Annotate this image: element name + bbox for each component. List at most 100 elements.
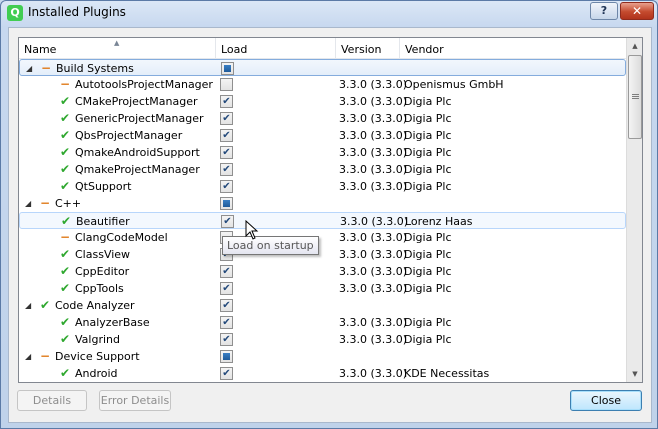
load-checkbox[interactable] <box>220 350 233 363</box>
plugin-row[interactable]: ✔ CMakeProjectManager ✔ 3.3.0 (3.3.0) Digia … <box>19 93 626 110</box>
plugin-row[interactable]: − ClangCodeModel 3.3.0 (3.3.0) Digia Plc <box>19 229 626 246</box>
help-button[interactable]: ? <box>590 2 618 20</box>
error-details-button[interactable]: Error Details <box>99 390 171 411</box>
load-tooltip: Load on startup <box>222 236 319 255</box>
column-header-version[interactable]: Version <box>336 38 400 59</box>
plugin-row[interactable]: ✔ Beautifier ✔ 3.3.0 (3.3.0) Lorenz Haas <box>19 212 626 229</box>
plugin-name: CppTools <box>75 282 124 295</box>
plugin-version: 3.3.0 (3.3.0) <box>339 248 408 261</box>
plugin-name: CMakeProjectManager <box>75 95 198 108</box>
plugin-version: 3.3.0 (3.3.0) <box>339 78 408 91</box>
column-header-label: Load <box>221 43 248 56</box>
plugin-name: ClassView <box>75 248 131 261</box>
expand-arrow-icon[interactable]: ◢ <box>25 348 31 365</box>
sort-ascending-icon: ▲ <box>114 39 120 47</box>
plugin-name: Beautifier <box>76 215 130 228</box>
not-loaded-dash-icon: − <box>60 77 71 91</box>
plugin-name: CppEditor <box>75 265 130 278</box>
plugin-row[interactable]: ✔ CppTools ✔ 3.3.0 (3.3.0) Digia Plc <box>19 280 626 297</box>
column-header-load[interactable]: Load <box>216 38 336 59</box>
not-loaded-dash-icon: − <box>41 61 52 75</box>
load-checkbox[interactable]: ✔ <box>220 265 233 278</box>
category-row[interactable]: ◢ ✔ Code Analyzer ✔ <box>19 297 626 314</box>
plugin-vendor: Digia Plc <box>404 231 452 244</box>
plugin-row[interactable]: ✔ Android ✔ 3.3.0 (3.3.0) KDE Necessitas <box>19 365 626 382</box>
load-checkbox[interactable] <box>221 62 234 75</box>
column-header-label: Name <box>24 43 57 56</box>
plugin-row[interactable]: ✔ Valgrind ✔ 3.3.0 (3.3.0) Digia Plc <box>19 331 626 348</box>
load-checkbox[interactable]: ✔ <box>220 95 233 108</box>
scroll-up-icon[interactable]: ▲ <box>627 38 642 54</box>
plugin-name: AnalyzerBase <box>75 316 150 329</box>
plugin-version: 3.3.0 (3.3.0) <box>339 95 408 108</box>
plugin-vendor: Digia Plc <box>404 248 452 261</box>
plugin-vendor: Digia Plc <box>404 163 452 176</box>
plugin-version: 3.3.0 (3.3.0) <box>339 180 408 193</box>
category-name: Device Support <box>55 350 140 363</box>
plugin-row[interactable]: ✔ClassView✔3.3.0 (3.3.0)Digia Plc <box>19 246 626 263</box>
loaded-check-icon: ✔ <box>60 281 71 295</box>
loaded-check-icon: ✔ <box>60 315 71 329</box>
plugin-version: 3.3.0 (3.3.0) <box>339 231 408 244</box>
load-checkbox[interactable]: ✔ <box>220 333 233 346</box>
category-row[interactable]: ◢ − Build Systems <box>19 59 626 76</box>
plugin-row[interactable]: ✔ QtSupport ✔ 3.3.0 (3.3.0) Digia Plc <box>19 178 626 195</box>
plugin-row[interactable]: − AutotoolsProjectManager 3.3.0 (3.3.0) Ope… <box>19 76 626 93</box>
plugin-row[interactable]: ✔ QmakeAndroidSupport ✔ 3.3.0 (3.3.0) Digia … <box>19 144 626 161</box>
expand-arrow-icon[interactable]: ◢ <box>26 60 32 77</box>
expand-arrow-icon[interactable]: ◢ <box>25 297 31 314</box>
load-checkbox[interactable]: ✔ <box>220 282 233 295</box>
plugin-version: 3.3.0 (3.3.0) <box>339 112 408 125</box>
plugin-row[interactable]: ✔ QmakeProjectManager ✔ 3.3.0 (3.3.0) Digia … <box>19 161 626 178</box>
load-checkbox[interactable]: ✔ <box>220 180 233 193</box>
load-checkbox[interactable]: ✔ <box>220 112 233 125</box>
loaded-check-icon: ✔ <box>60 162 71 176</box>
load-checkbox[interactable]: ✔ <box>220 367 233 380</box>
plugin-row[interactable]: ✔ AnalyzerBase ✔ 3.3.0 (3.3.0) Digia Plc <box>19 314 626 331</box>
plugin-vendor: Digia Plc <box>404 180 452 193</box>
category-row[interactable]: ◢ − Device Support <box>19 348 626 365</box>
plugin-vendor: Lorenz Haas <box>405 215 473 228</box>
loaded-check-icon: ✔ <box>60 111 71 125</box>
plugin-vendor: Digia Plc <box>404 146 452 159</box>
plugin-version: 3.3.0 (3.3.0) <box>340 215 409 228</box>
plugin-name: AutotoolsProjectManager <box>75 78 213 91</box>
plugin-version: 3.3.0 (3.3.0) <box>339 316 408 329</box>
load-checkbox[interactable]: ✔ <box>220 299 233 312</box>
scrollbar-thumb[interactable] <box>628 55 642 139</box>
plugin-row[interactable]: ✔ GenericProjectManager ✔ 3.3.0 (3.3.0) Digi… <box>19 110 626 127</box>
plugin-vendor: Digia Plc <box>404 333 452 346</box>
vertical-scrollbar[interactable]: ▲ ▼ <box>626 38 642 382</box>
title-bar[interactable]: Q Installed Plugins ? ✕ <box>1 1 657 25</box>
load-checkbox[interactable]: ✔ <box>220 129 233 142</box>
plugin-vendor: Openismus GmbH <box>404 78 504 91</box>
load-checkbox[interactable]: ✔ <box>221 215 234 228</box>
scroll-down-icon[interactable]: ▼ <box>627 366 642 382</box>
load-checkbox[interactable] <box>220 197 233 210</box>
plugin-tree: ▲ Name Load Version Vendor ◢ − Build Syste… <box>18 37 643 383</box>
loaded-check-icon: ✔ <box>60 94 71 108</box>
plugin-row[interactable]: ✔ CppEditor ✔ 3.3.0 (3.3.0) Digia Plc <box>19 263 626 280</box>
column-header-vendor[interactable]: Vendor <box>400 38 626 59</box>
load-checkbox[interactable]: ✔ <box>220 316 233 329</box>
load-checkbox[interactable]: ✔ <box>220 146 233 159</box>
dialog-body: ▲ Name Load Version Vendor ◢ − Build Syste… <box>8 27 652 423</box>
plugin-name: QbsProjectManager <box>75 129 183 142</box>
category-row[interactable]: ◢ − C++ <box>19 195 626 212</box>
column-header-name[interactable]: ▲ Name <box>19 38 216 59</box>
load-checkbox[interactable]: ✔ <box>220 163 233 176</box>
details-button[interactable]: Details <box>17 390 87 411</box>
loaded-check-icon: ✔ <box>60 145 71 159</box>
close-button[interactable]: Close <box>570 390 642 411</box>
loaded-check-icon: ✔ <box>40 298 51 312</box>
plugin-name: ClangCodeModel <box>75 231 168 244</box>
window-close-button[interactable]: ✕ <box>620 2 654 20</box>
loaded-check-icon: ✔ <box>60 247 71 261</box>
column-header-label: Vendor <box>405 43 444 56</box>
column-header-label: Version <box>341 43 382 56</box>
load-checkbox[interactable] <box>220 78 233 91</box>
plugin-row[interactable]: ✔ QbsProjectManager ✔ 3.3.0 (3.3.0) Digia Pl… <box>19 127 626 144</box>
expand-arrow-icon[interactable]: ◢ <box>25 195 31 212</box>
tree-header: ▲ Name Load Version Vendor <box>19 38 626 59</box>
plugin-vendor: KDE Necessitas <box>404 367 490 380</box>
